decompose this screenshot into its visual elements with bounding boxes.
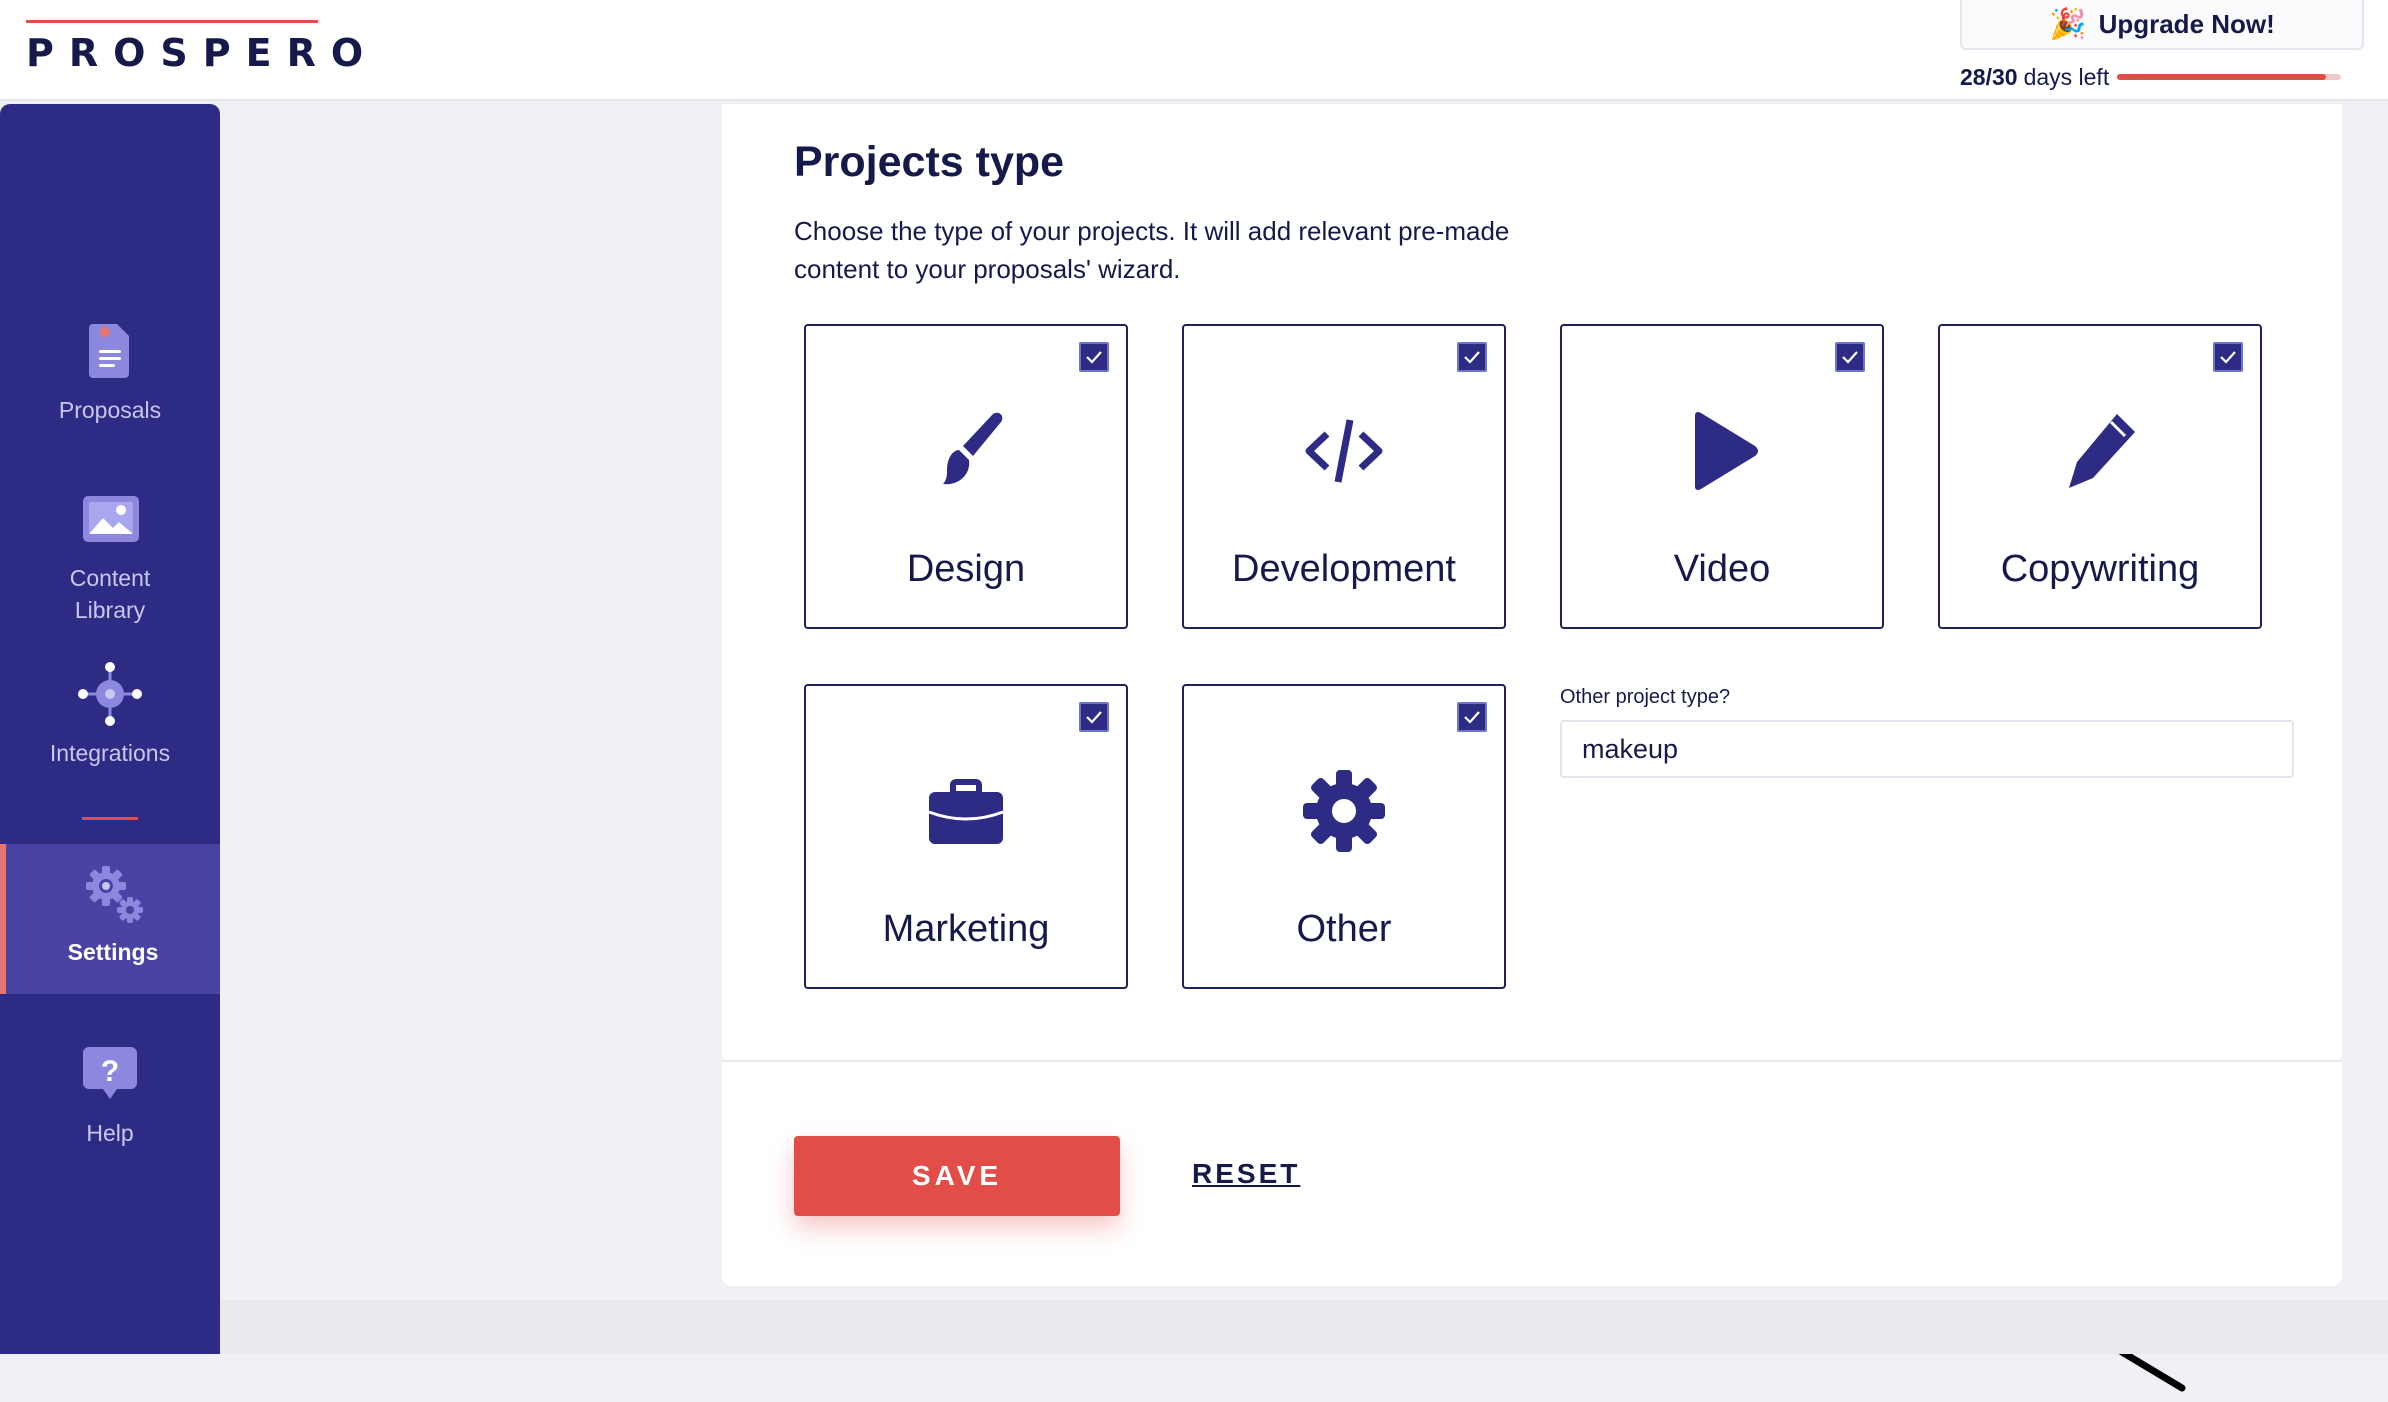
other-type-input[interactable] [1560,720,2294,778]
panel-divider [722,1060,2342,1062]
card-label: Other [1296,908,1392,950]
check-icon [1086,351,1102,364]
page-title: Projects type [794,138,1065,186]
check-icon [1464,711,1480,724]
sidebar-item-label: Settings [67,939,159,965]
check-icon [1464,351,1480,364]
party-popper-icon: 🎉 [2049,7,2087,41]
card-label: Development [1232,548,1456,590]
logo[interactable]: PROSPERO [26,20,378,75]
card-checkbox[interactable] [1457,702,1487,732]
card-label: Video [1673,548,1771,590]
trial-progress-bar [2117,74,2342,80]
play-icon [1695,412,1758,490]
sidebar-divider [82,817,138,820]
logo-accent-bar [26,20,318,23]
sidebar-item-label: Proposals [58,397,162,423]
sidebar-item-label: Content Library [69,565,151,623]
gear-icon [86,866,143,923]
check-icon [2220,351,2236,364]
svg-text:?: ? [101,1055,119,1088]
page-description: Choose the type of your projects. It wil… [794,216,1510,284]
trial-status: 28/30 days left [1960,62,2364,92]
image-icon [83,496,139,542]
sidebar-item-content-library[interactable]: Content Library [0,484,220,626]
reset-link[interactable]: RESET [1192,1158,1300,1190]
code-icon [1305,419,1383,483]
sidebar: Proposals Content Library Integrations S… [0,104,220,1354]
card-label: Marketing [882,908,1050,950]
top-header: PROSPERO 🎉 Upgrade Now! 28/30 days left [0,0,2388,101]
help-icon: ? [83,1047,137,1099]
page-footer-area [220,1300,2388,1354]
card-checkbox[interactable] [1835,342,1865,372]
project-type-card-video[interactable]: Video [1560,324,1884,629]
trial-progress-fill [2117,74,2326,80]
sidebar-item-proposals[interactable]: Proposals [0,316,220,426]
network-icon [78,662,142,726]
sidebar-item-label: Help [86,1120,134,1146]
card-checkbox[interactable] [1079,342,1109,372]
settings-panel: Projects type Choose the type of your pr… [722,104,2342,1392]
sidebar-item-label: Integrations [49,740,171,766]
pen-icon [2069,414,2135,488]
brush-icon [943,412,1003,485]
gear-icon [1303,770,1385,852]
sidebar-item-integrations[interactable]: Integrations [0,659,220,769]
check-icon [1086,711,1102,724]
check-icon [1842,351,1858,364]
card-label: Copywriting [2000,548,2200,590]
card-label: Design [906,548,1026,590]
upgrade-label: Upgrade Now! [2098,8,2275,39]
document-icon [89,324,129,378]
project-type-card-copywriting[interactable]: Copywriting [1938,324,2262,629]
trial-suffix: days left [2023,63,2110,90]
upgrade-button[interactable]: 🎉 Upgrade Now! [1960,0,2364,50]
project-type-card-other[interactable]: Other [1182,684,1506,989]
logo-text: PROSPERO [26,31,379,75]
sidebar-item-help[interactable]: ? Help [0,1039,220,1149]
project-type-card-design[interactable]: Design [804,324,1128,629]
card-checkbox[interactable] [1079,702,1109,732]
project-type-card-development[interactable]: Development [1182,324,1506,629]
card-checkbox[interactable] [2213,342,2243,372]
other-type-label: Other project type? [1560,686,1731,708]
project-type-card-marketing[interactable]: Marketing [804,684,1128,989]
card-checkbox[interactable] [1457,342,1487,372]
trial-count: 28/30 [1960,63,2018,90]
sidebar-item-settings[interactable]: Settings [0,844,220,994]
save-button[interactable]: SAVE [794,1136,1120,1216]
briefcase-icon [928,779,1004,844]
